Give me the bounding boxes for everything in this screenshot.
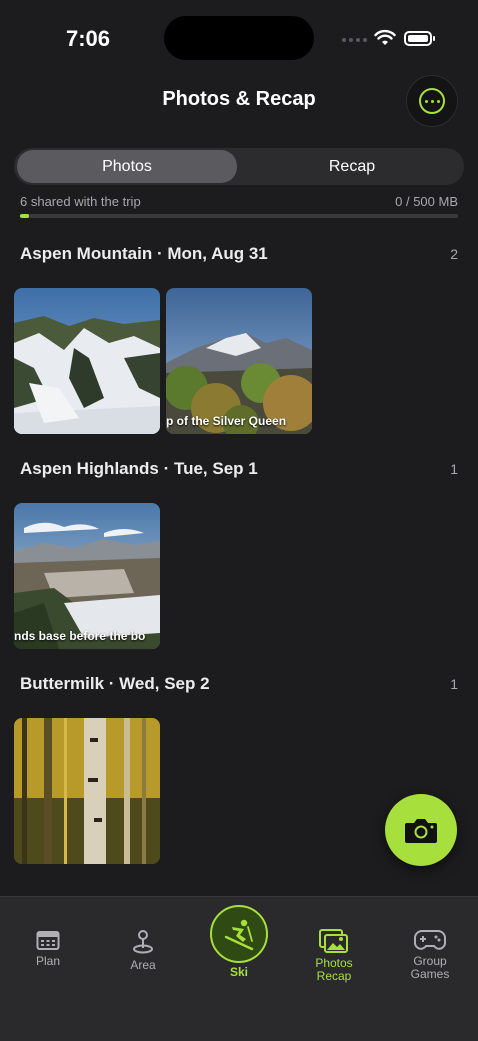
storage-usage-text: 0 / 500 MB bbox=[395, 194, 458, 209]
tab-area[interactable]: Area bbox=[113, 929, 173, 972]
section-photo-count: 1 bbox=[450, 676, 458, 692]
tab-recap[interactable]: Recap bbox=[242, 150, 462, 183]
battery-icon bbox=[404, 31, 435, 46]
tab-label: Ski bbox=[229, 965, 248, 979]
status-time: 7:06 bbox=[66, 26, 111, 51]
photo-thumbnail[interactable] bbox=[14, 718, 160, 864]
photo-thumbnail[interactable] bbox=[14, 288, 160, 434]
tab-photos[interactable]: Photos bbox=[17, 150, 237, 183]
photos-recap-segmented-control: Photos Recap bbox=[14, 148, 464, 185]
status-bar: 7:06 bbox=[0, 0, 478, 80]
tab-ski[interactable]: Ski bbox=[209, 905, 269, 979]
photo-caption: nds base before the bo bbox=[14, 629, 146, 643]
tab-photos-recap[interactable]: Photos Recap bbox=[300, 929, 368, 983]
skier-icon bbox=[224, 919, 254, 951]
tab-plan[interactable]: Plan bbox=[18, 929, 78, 968]
photo-caption: p of the Silver Queen bbox=[166, 414, 287, 428]
tab-group-games[interactable]: Group Games bbox=[396, 929, 464, 981]
cellular-signal-icon bbox=[342, 38, 367, 42]
section-photo-count: 2 bbox=[450, 246, 458, 262]
photo-thumbnail[interactable]: nds base before the bo bbox=[14, 503, 160, 649]
photo-thumbnail[interactable]: p of the Silver Queen bbox=[166, 288, 312, 434]
wifi-icon bbox=[374, 29, 396, 45]
section-photo-count: 1 bbox=[450, 461, 458, 477]
camera-button[interactable] bbox=[385, 794, 457, 866]
tab-label-line2: Recap bbox=[316, 969, 352, 983]
shared-count-text: 6 shared with the trip bbox=[20, 194, 141, 209]
ellipsis-circle-icon bbox=[419, 88, 445, 114]
tab-label: Area bbox=[130, 958, 156, 972]
camera-icon bbox=[405, 819, 437, 843]
section-title: Buttermilk · Wed, Sep 2 bbox=[20, 674, 210, 693]
tab-bar: Plan Area Ski Photos Recap Group Games bbox=[0, 896, 478, 1041]
tab-label: Plan bbox=[35, 954, 61, 968]
dynamic-island bbox=[164, 16, 314, 60]
map-pin-icon bbox=[133, 930, 153, 954]
storage-info: 6 shared with the trip 0 / 500 MB bbox=[20, 194, 458, 209]
ski-tab-circle bbox=[210, 905, 268, 963]
tab-label-line2: Games bbox=[410, 967, 450, 981]
section-title: Aspen Mountain · Mon, Aug 31 bbox=[20, 244, 268, 263]
photos-icon bbox=[319, 929, 348, 953]
storage-progress-bar bbox=[20, 214, 458, 218]
gamepad-icon bbox=[414, 930, 446, 950]
storage-progress-fill bbox=[20, 214, 29, 218]
more-options-button[interactable] bbox=[406, 75, 458, 127]
calendar-icon bbox=[36, 931, 60, 950]
section-title: Aspen Highlands · Tue, Sep 1 bbox=[20, 459, 258, 478]
